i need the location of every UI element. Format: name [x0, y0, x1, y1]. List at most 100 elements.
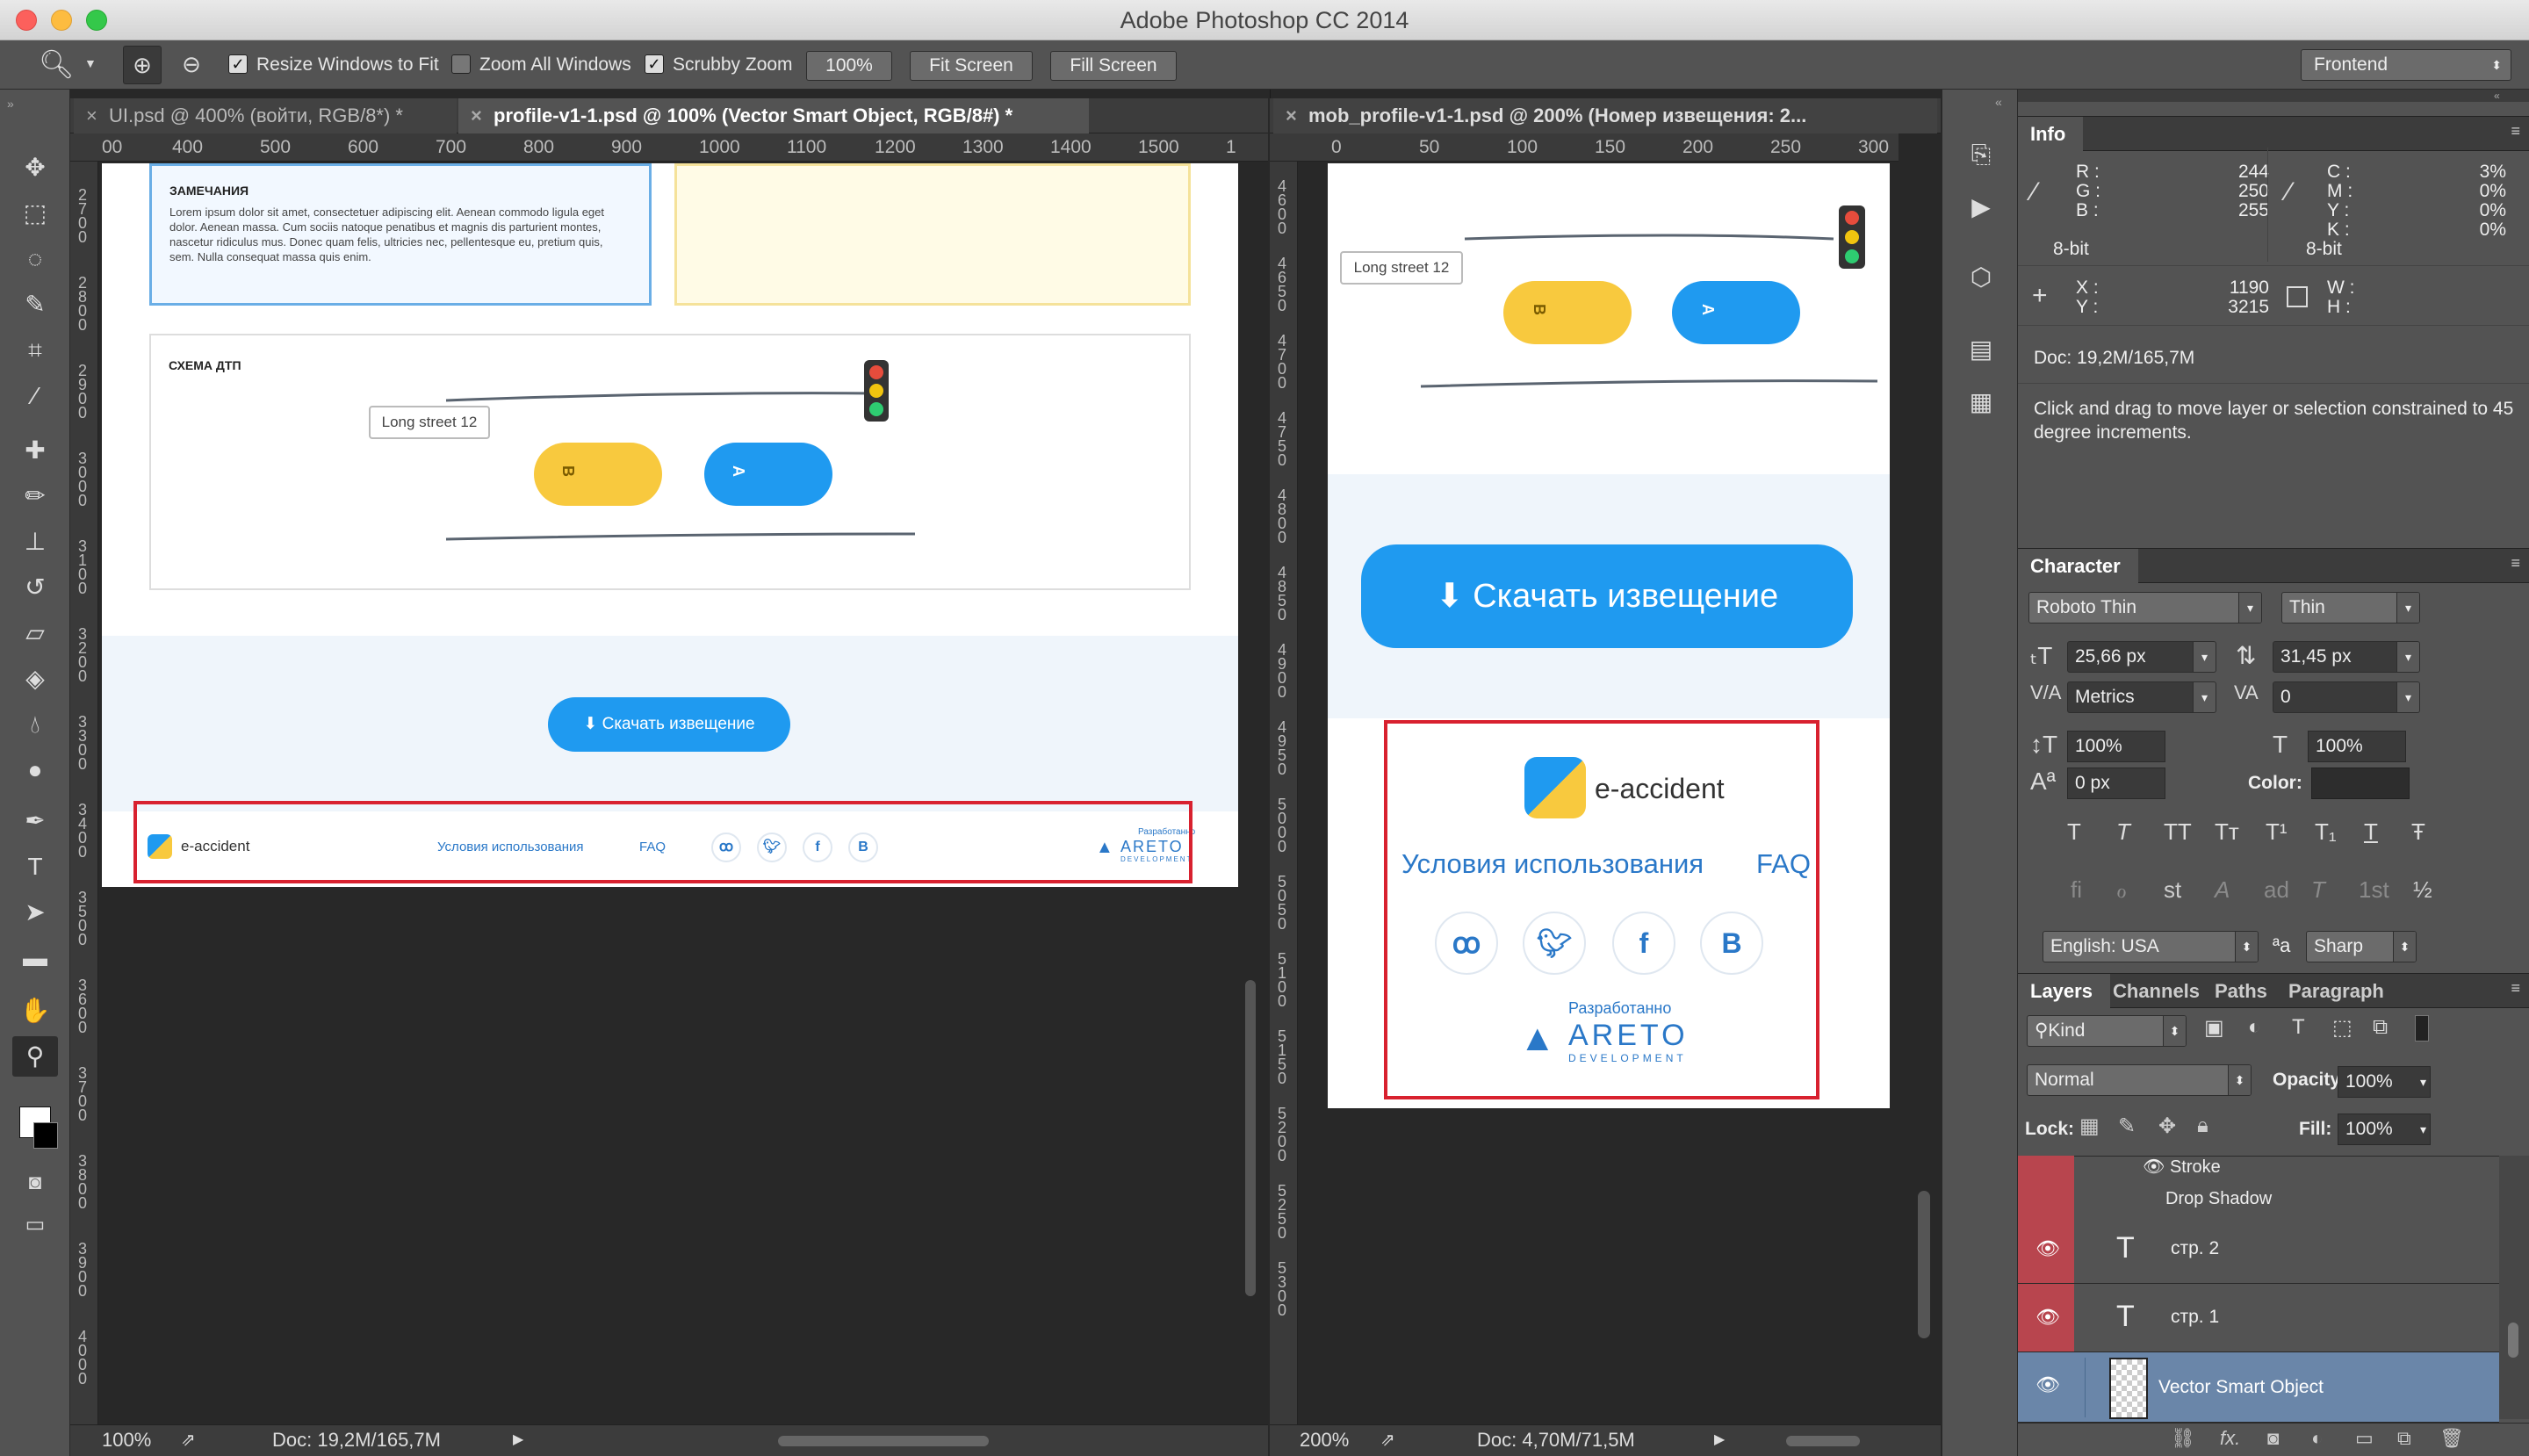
left-vertical-scrollbar[interactable]	[1245, 980, 1256, 1296]
drop-shadow-effect[interactable]: Drop Shadow	[2165, 1189, 2272, 1209]
leading-field[interactable]: 31,45 px ▾	[2273, 641, 2420, 673]
left-zoom-level[interactable]: 100%	[102, 1425, 151, 1455]
strikethrough-button[interactable]: Ŧ	[2411, 818, 2425, 846]
layer-visibility-toggle[interactable]: 👁︎	[2018, 1352, 2074, 1423]
character-panel-menu-icon[interactable]: ≡	[2511, 554, 2520, 573]
adjustment-filter-icon[interactable]: ◐	[2248, 1015, 2261, 1040]
tab-paths[interactable]: Paths	[2202, 974, 2285, 1009]
vertical-scale-field[interactable]: 100%	[2067, 731, 2165, 762]
stroke-eye-icon[interactable]: 👁︎	[2143, 1157, 2170, 1177]
small-caps-button[interactable]: Tт	[2215, 818, 2239, 846]
tab-info[interactable]: Info	[2018, 117, 2084, 152]
tab-layers[interactable]: Layers	[2018, 974, 2110, 1009]
layer-row-str1[interactable]: 👁︎ T стр. 1	[2018, 1284, 2499, 1352]
scrubby-zoom-checkbox[interactable]: ✓	[645, 54, 664, 74]
tab-character[interactable]: Character	[2018, 549, 2138, 584]
tracking-field[interactable]: 0 ▾	[2273, 681, 2420, 713]
zoom-out-icon[interactable]: ⊖	[172, 46, 211, 84]
link-layers-icon[interactable]: ⛓	[2171, 1427, 2195, 1450]
layer-filter-select[interactable]: ⚲Kind ⬍	[2027, 1015, 2187, 1047]
quick-mask-icon[interactable]: ◙	[12, 1163, 58, 1203]
layer-row-vector-smart-object[interactable]: 👁︎ Vector Smart Object	[2018, 1352, 2499, 1423]
filter-toggle-icon[interactable]	[2415, 1015, 2429, 1042]
zoom-tool-selected-icon[interactable]: ⚲	[12, 1036, 58, 1077]
eraser-tool-icon[interactable]: ▱	[12, 613, 58, 653]
type-tool-icon[interactable]: T	[12, 847, 58, 887]
lock-position-icon[interactable]: ✥	[2158, 1114, 2176, 1139]
stamp-tool-icon[interactable]: ⊥	[12, 522, 58, 562]
info-panel-menu-icon[interactable]: ≡	[2511, 122, 2520, 141]
paint-bucket-tool-icon[interactable]: ◈	[12, 659, 58, 699]
status-menu-arrow-icon[interactable]: ▶	[513, 1425, 523, 1455]
zoom-all-checkbox[interactable]	[451, 54, 471, 74]
tab-ui-psd[interactable]: × UI.psd @ 400% (войти, RGB/8*) *	[74, 98, 457, 133]
titling-alternates-button[interactable]: T	[2311, 876, 2325, 904]
blend-mode-select[interactable]: Normal ⬍	[2027, 1064, 2252, 1096]
collapse-dock-icon[interactable]: «	[2494, 90, 2500, 102]
font-family-select[interactable]: Roboto Thin ▾	[2028, 592, 2262, 623]
collapse-toolbox-icon[interactable]: »	[7, 97, 14, 111]
tab-profile-psd[interactable]: × profile-v1-1.psd @ 100% (Vector Smart O…	[458, 98, 1089, 133]
type-filter-icon[interactable]: T	[2292, 1015, 2305, 1040]
horizontal-scale-field[interactable]: 100%	[2308, 731, 2406, 762]
swash-button[interactable]: A	[2215, 876, 2230, 904]
superscript-button[interactable]: T¹	[2266, 818, 2288, 846]
layers-scroll-thumb[interactable]	[2508, 1323, 2518, 1358]
all-caps-button[interactable]: TT	[2164, 818, 2192, 846]
3d-panel-icon[interactable]: ⬡	[1965, 262, 1997, 293]
close-tab-icon[interactable]: ×	[1286, 98, 1297, 133]
tab-paragraph[interactable]: Paragraph	[2276, 974, 2402, 1009]
discretionary-ligatures-button[interactable]: st	[2164, 876, 2181, 904]
close-tab-icon[interactable]: ×	[86, 98, 97, 133]
shape-filter-icon[interactable]: ⬚	[2332, 1015, 2352, 1041]
background-color-swatch[interactable]	[33, 1122, 58, 1149]
right-status-menu-arrow-icon[interactable]: ▶	[1714, 1425, 1725, 1455]
font-size-field[interactable]: 25,66 px ▾	[2067, 641, 2216, 673]
add-mask-icon[interactable]: ◙	[2267, 1427, 2279, 1450]
layer-row-str2[interactable]: 👁︎ T стр. 2	[2018, 1215, 2499, 1284]
healing-tool-icon[interactable]: ✚	[12, 430, 58, 471]
screen-mode-icon[interactable]: ▭	[12, 1205, 58, 1245]
lock-pixels-icon[interactable]: ✎	[2118, 1114, 2136, 1139]
faux-bold-button[interactable]: T	[2067, 818, 2081, 846]
blur-tool-icon[interactable]: 💧︎	[12, 704, 58, 745]
stroke-effect[interactable]: 👁︎ Stroke	[2143, 1156, 2221, 1178]
right-zoom-level[interactable]: 200%	[1300, 1425, 1349, 1455]
export-icon[interactable]: ⇗	[181, 1425, 196, 1455]
cmyk-eyedropper-icon[interactable]: ⁄	[2287, 177, 2291, 207]
lock-transparent-icon[interactable]: ▦	[2079, 1114, 2100, 1139]
crop-tool-icon[interactable]: ⌗	[12, 330, 58, 371]
rgb-eyedropper-icon[interactable]: ⁄	[2032, 177, 2036, 207]
tab-mob-profile-psd[interactable]: × mob_profile-v1-1.psd @ 200% (Номер изве…	[1273, 98, 1937, 133]
kerning-field[interactable]: Metrics ▾	[2067, 681, 2216, 713]
language-select[interactable]: English: USA ⬍	[2043, 931, 2259, 962]
new-group-icon[interactable]: ▭	[2355, 1427, 2374, 1450]
layer-visibility-toggle[interactable]: 👁︎	[2018, 1284, 2074, 1351]
workspace-select[interactable]: Frontend ⬍	[2301, 49, 2511, 81]
history-panel-icon[interactable]: ⎘	[1965, 139, 1997, 170]
new-layer-icon[interactable]: ⧉	[2397, 1427, 2411, 1450]
lock-all-icon[interactable]: 🔒︎	[2197, 1114, 2208, 1138]
faux-italic-button[interactable]: T	[2116, 818, 2130, 846]
baseline-shift-field[interactable]: 0 px	[2067, 768, 2165, 799]
fill-screen-button[interactable]: Fill Screen	[1050, 51, 1177, 81]
zoom-tool-icon[interactable]: 🔍︎	[39, 47, 75, 81]
stylistic-alternates-button[interactable]: ad	[2264, 876, 2289, 904]
collapse-icons-icon[interactable]: «	[1995, 95, 2002, 109]
right-vertical-scrollbar[interactable]	[1918, 1191, 1930, 1338]
tab-channels[interactable]: Channels	[2100, 974, 2217, 1009]
underline-button[interactable]: T	[2364, 818, 2378, 846]
tool-preset-chevron-icon[interactable]: ▼	[84, 56, 97, 70]
move-tool-icon[interactable]: ✥	[12, 148, 58, 188]
history-brush-tool-icon[interactable]: ↺	[12, 567, 58, 608]
ligatures-button[interactable]: fi	[2071, 876, 2082, 904]
fill-field[interactable]: 100% ▾	[2338, 1114, 2431, 1145]
antialias-select[interactable]: Sharp ⬍	[2306, 931, 2417, 962]
pixel-filter-icon[interactable]: ▣	[2204, 1015, 2224, 1041]
right-export-icon[interactable]: ⇗	[1380, 1425, 1395, 1455]
hand-tool-icon[interactable]: ✋	[12, 991, 58, 1031]
fractions-button[interactable]: ½	[2413, 876, 2432, 904]
layer-style-icon[interactable]: fx.	[2220, 1427, 2240, 1450]
left-horizontal-scrollbar[interactable]	[778, 1436, 989, 1446]
path-select-tool-icon[interactable]: ➤	[12, 892, 58, 933]
